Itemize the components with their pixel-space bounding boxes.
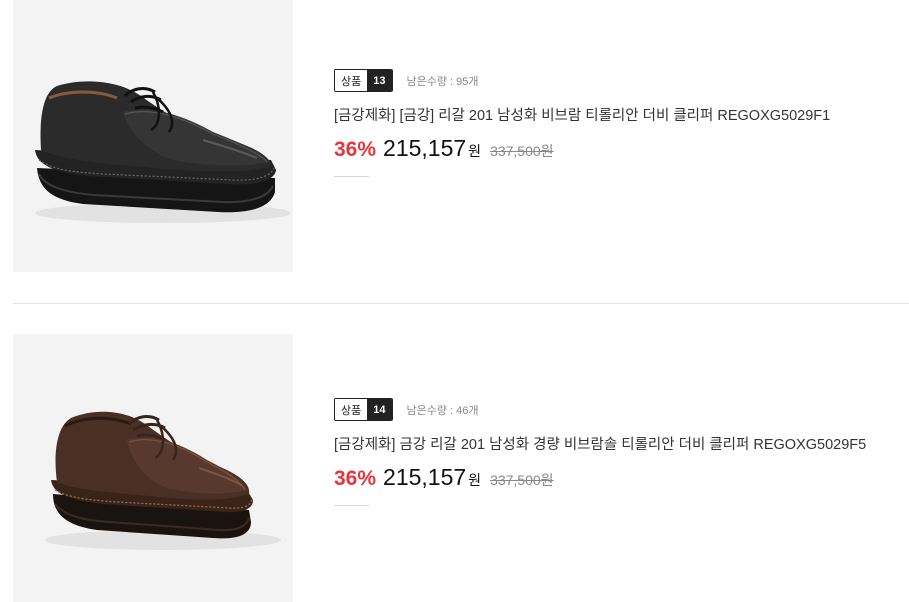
product-badge: 상품 13: [334, 69, 393, 92]
product-info: 상품 13 남은수량 : 95개 [금강제화] [금강] 리갈 201 남성화 …: [334, 68, 904, 177]
stock-value: 95개: [456, 75, 479, 88]
brown-derby-shoe-image: [45, 411, 281, 550]
stock-remaining: 남은수량 : 95개: [407, 73, 479, 89]
product-item[interactable]: 상품 13 남은수량 : 95개 [금강제화] [금강] 리갈 201 남성화 …: [0, 0, 909, 303]
badge-number: 14: [367, 399, 392, 420]
product-image[interactable]: [13, 334, 293, 602]
original-price: 337,500원: [490, 143, 554, 159]
badge-row: 상품 14 남은수량 : 46개: [334, 397, 904, 422]
price-unit: 원: [468, 143, 482, 159]
stock-remaining: 남은수량 : 46개: [407, 402, 479, 418]
sale-price: 215,157: [383, 464, 467, 490]
badge-row: 상품 13 남은수량 : 95개: [334, 68, 904, 93]
product-image[interactable]: [13, 0, 293, 272]
product-title[interactable]: [금강제화] 금강 리갈 201 남성화 경량 비브람솔 티롤리안 더비 클리퍼…: [334, 434, 899, 457]
discount-rate: 36%: [334, 138, 377, 161]
short-divider: [334, 505, 369, 506]
stock-value: 46개: [456, 404, 479, 417]
stock-label: 남은수량 :: [406, 404, 457, 417]
black-derby-shoe-image: [35, 81, 291, 223]
sale-price: 215,157: [383, 135, 467, 161]
product-info: 상품 14 남은수량 : 46개 [금강제화] 금강 리갈 201 남성화 경량…: [334, 397, 904, 506]
price-row: 36% 215,157 원 337,500원: [334, 464, 904, 491]
product-badge: 상품 14: [334, 398, 393, 421]
product-item[interactable]: 상품 14 남은수량 : 46개 [금강제화] 금강 리갈 201 남성화 경량…: [0, 303, 909, 602]
original-price: 337,500원: [490, 472, 554, 488]
short-divider: [334, 176, 369, 177]
badge-number: 13: [367, 70, 392, 91]
badge-label: 상품: [335, 399, 368, 420]
discount-rate: 36%: [334, 467, 377, 490]
stock-label: 남은수량 :: [406, 75, 457, 88]
price-unit: 원: [468, 472, 482, 488]
price-row: 36% 215,157 원 337,500원: [334, 135, 904, 162]
product-title[interactable]: [금강제화] [금강] 리갈 201 남성화 비브람 티롤리안 더비 클리퍼 R…: [334, 105, 899, 128]
badge-label: 상품: [335, 70, 368, 91]
